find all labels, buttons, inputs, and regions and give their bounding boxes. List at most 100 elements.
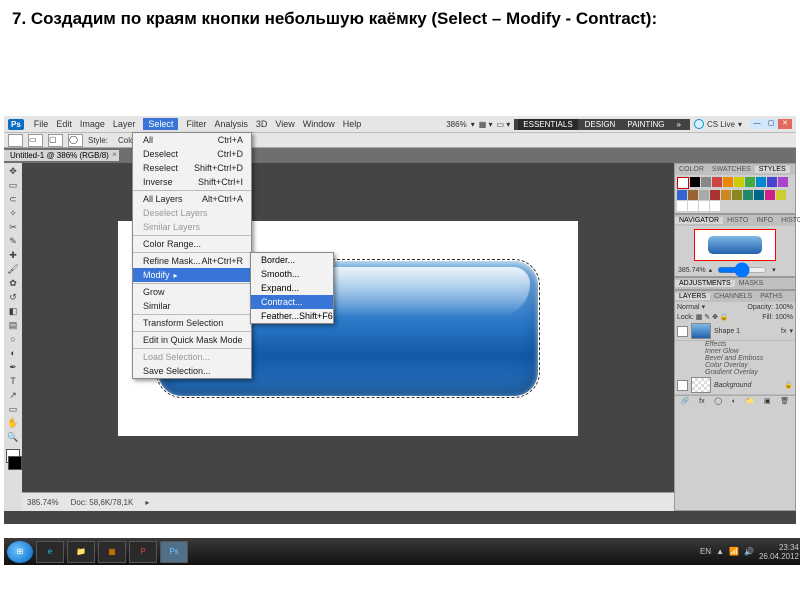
menu-window[interactable]: Window (303, 119, 335, 129)
brush-tool-icon[interactable]: 🖌 (6, 263, 20, 276)
menu-item-all-layers[interactable]: All LayersAlt+Ctrl+A (133, 192, 251, 206)
menu-file[interactable]: File (34, 119, 49, 129)
menu-item-color-range-[interactable]: Color Range... (133, 237, 251, 251)
navigator-thumbnail[interactable] (694, 229, 776, 261)
start-button[interactable]: ⊞ (7, 541, 33, 563)
menu-item-modify[interactable]: Modify (133, 268, 251, 282)
blur-tool-icon[interactable]: ○ (6, 333, 20, 346)
path-tool-icon[interactable]: ↗ (6, 389, 20, 402)
zoom-in-icon[interactable]: ▾ (772, 266, 776, 274)
menu-item-edit-in-quick-mask-mode[interactable]: Edit in Quick Mask Mode (133, 333, 251, 347)
task-explorer-icon[interactable]: 📁 (67, 541, 95, 563)
menu-edit[interactable]: Edit (56, 119, 72, 129)
fill-value[interactable]: 100% (775, 314, 793, 321)
tab-paths[interactable]: PATHS (756, 293, 786, 300)
menu-item-refine-mask-[interactable]: Refine Mask...Alt+Ctrl+R (133, 254, 251, 268)
lock-icons[interactable]: ▦ ✎ ✥ 🔒 (696, 313, 729, 321)
styles-grid[interactable] (675, 175, 795, 213)
new-layer-icon[interactable]: ▣ (764, 397, 771, 405)
eyedrop-tool-icon[interactable]: ✎ (6, 235, 20, 248)
fx-gradient-overlay[interactable]: Gradient Overlay (675, 369, 795, 376)
adjustment-icon[interactable]: ◐ (732, 398, 736, 405)
menu-item-deselect[interactable]: DeselectCtrl+D (133, 147, 251, 161)
visibility-toggle-bg[interactable] (677, 380, 688, 391)
tray-clock[interactable]: 23:3426.04.2012 (759, 543, 799, 561)
maximize-button[interactable]: ▢ (764, 119, 778, 129)
shape-ellipse-icon[interactable]: ◯ (68, 134, 83, 147)
crop-tool-icon[interactable]: ✂ (6, 221, 20, 234)
pen-tool-icon[interactable]: ✒ (6, 361, 20, 374)
menu-help[interactable]: Help (343, 119, 362, 129)
tool-preset-icon[interactable] (8, 134, 23, 147)
menu-item-inverse[interactable]: InverseShift+Ctrl+I (133, 175, 251, 189)
task-powerpoint-icon[interactable]: P (129, 541, 157, 563)
menu-image[interactable]: Image (80, 119, 105, 129)
submenu-item-contract-[interactable]: Contract... (251, 295, 333, 309)
layer-shape1[interactable]: Shape 1 fx▾ (675, 322, 795, 341)
wand-tool-icon[interactable]: ✧ (6, 207, 20, 220)
tray-flag-icon[interactable]: ▲ (716, 547, 724, 556)
history-brush-icon[interactable]: ↺ (6, 291, 20, 304)
submenu-item-feather-[interactable]: Feather...Shift+F6 (251, 309, 333, 323)
visibility-toggle[interactable] (677, 326, 688, 337)
menu-item-all[interactable]: AllCtrl+A (133, 133, 251, 147)
blend-mode-select[interactable]: Normal (677, 304, 700, 311)
menu-item-similar[interactable]: Similar (133, 299, 251, 313)
gradient-tool-icon[interactable]: ▤ (6, 319, 20, 332)
folder-icon[interactable]: 📁 (746, 397, 755, 405)
close-button[interactable]: ✕ (778, 119, 792, 129)
canvas-area[interactable] (22, 163, 674, 493)
task-office-icon[interactable]: ▦ (98, 541, 126, 563)
menu-item-grow[interactable]: Grow (133, 285, 251, 299)
fx-icon[interactable]: fx (699, 398, 704, 405)
menu-3d[interactable]: 3D (256, 119, 268, 129)
stamp-tool-icon[interactable]: ✿ (6, 277, 20, 290)
submenu-item-border-[interactable]: Border... (251, 253, 333, 267)
status-arrow-icon[interactable]: ▸ (145, 498, 149, 507)
layer-background[interactable]: Background 🔒 (675, 376, 795, 395)
tab-histogram[interactable]: HISTO (723, 217, 752, 224)
shape-rect-icon[interactable]: ▭ (28, 134, 43, 147)
tab-adjustments[interactable]: ADJUSTMENTS (675, 280, 735, 287)
navigator-zoom[interactable]: 385.74% (678, 267, 706, 274)
eraser-tool-icon[interactable]: ◧ (6, 305, 20, 318)
link-layers-icon[interactable]: 🔗 (681, 397, 690, 405)
menu-select[interactable]: Select (143, 118, 178, 130)
effects-label[interactable]: Effects (675, 341, 795, 348)
trash-icon[interactable]: 🗑 (780, 397, 789, 405)
marquee-tool-icon[interactable]: ▭ (6, 179, 20, 192)
fx-bevel[interactable]: Bevel and Emboss (675, 355, 795, 362)
tab-color[interactable]: COLOR (675, 166, 708, 173)
menu-item-save-selection-[interactable]: Save Selection... (133, 364, 251, 378)
tab-masks[interactable]: MASKS (735, 280, 768, 287)
background-color[interactable] (8, 456, 22, 470)
zoom-combo[interactable]: 386% (446, 120, 466, 129)
menu-view[interactable]: View (275, 119, 294, 129)
submenu-item-smooth-[interactable]: Smooth... (251, 267, 333, 281)
menu-item-reselect[interactable]: ReselectShift+Ctrl+D (133, 161, 251, 175)
cslive-button[interactable]: CS Live▾ (694, 119, 742, 129)
zoom-out-icon[interactable]: ▴ (709, 266, 713, 274)
tab-styles[interactable]: STYLES (755, 166, 790, 173)
tab-info[interactable]: INFO (752, 217, 777, 224)
task-photoshop-icon[interactable]: Ps (160, 541, 188, 563)
menu-analysis[interactable]: Analysis (214, 119, 248, 129)
tray-sound-icon[interactable]: 🔊 (744, 547, 754, 556)
task-ie-icon[interactable]: e (36, 541, 64, 563)
minimize-button[interactable]: — (750, 119, 764, 129)
navigator-zoom-slider[interactable] (717, 267, 767, 273)
mask-icon[interactable]: ◯ (714, 397, 722, 405)
menu-item-transform-selection[interactable]: Transform Selection (133, 316, 251, 330)
view-grid-icon[interactable]: ▦ ▾ (479, 120, 493, 129)
workspace-switcher[interactable]: ESSENTIALS DESIGN PAINTING » (514, 119, 690, 130)
screen-mode-icon[interactable]: ▭ ▾ (497, 120, 511, 129)
menu-layer[interactable]: Layer (113, 119, 136, 129)
tray-network-icon[interactable]: 📶 (729, 547, 739, 556)
opacity-value[interactable]: 100% (775, 304, 793, 311)
document-tab[interactable]: Untitled-1 @ 386% (RGB/8) (4, 150, 119, 161)
tab-layers[interactable]: LAYERS (675, 293, 710, 300)
fx-color-overlay[interactable]: Color Overlay (675, 362, 795, 369)
hand-tool-icon[interactable]: ✋ (6, 417, 20, 430)
fx-badge[interactable]: fx (781, 328, 786, 335)
tab-histogram2[interactable]: HISTO (777, 217, 800, 224)
